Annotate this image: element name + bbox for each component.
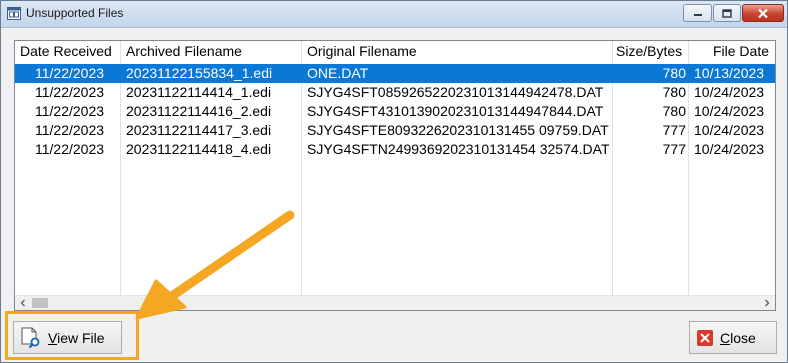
annotation-arrow: [135, 210, 295, 320]
